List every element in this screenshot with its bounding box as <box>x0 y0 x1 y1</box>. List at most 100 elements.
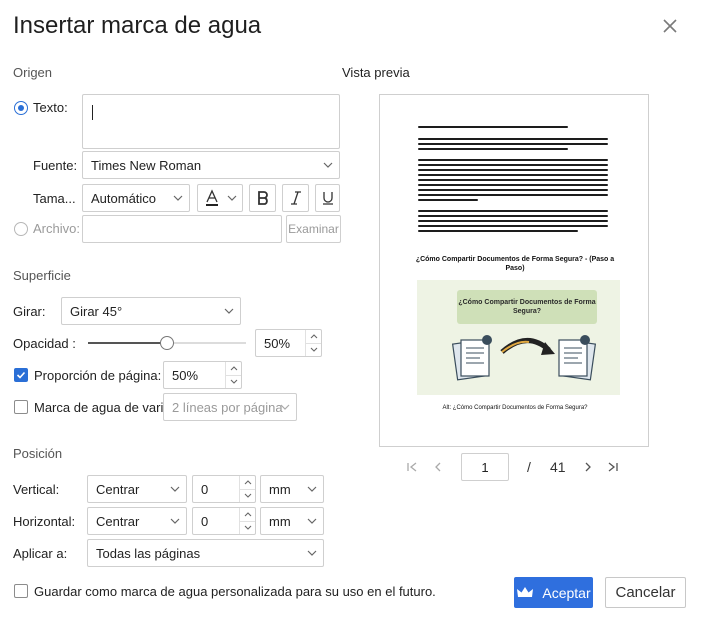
italic-icon <box>290 191 301 205</box>
previous-page-icon[interactable] <box>431 460 445 474</box>
horizontal-align-select[interactable]: Centrar <box>87 507 187 535</box>
crown-icon <box>517 586 534 597</box>
checkmark-icon <box>16 371 26 379</box>
opacity-stepper[interactable] <box>305 330 321 356</box>
opacity-input-value: 50% <box>264 335 291 351</box>
stepper-up-icon[interactable] <box>240 508 255 522</box>
browse-button[interactable]: Examinar <box>286 215 341 243</box>
doc-banner-image: ¿Cómo Compartir Documentos de Forma Segu… <box>417 280 620 395</box>
size-select-value: Automático <box>91 190 157 206</box>
multi-watermark-value: 2 líneas por página <box>172 399 283 415</box>
chevron-down-icon <box>280 404 290 410</box>
next-page-icon[interactable] <box>581 460 595 474</box>
first-page-icon[interactable] <box>405 460 419 474</box>
vertical-offset-value: 0 <box>201 481 209 497</box>
vertical-offset-stepper[interactable] <box>239 476 255 502</box>
vertical-align-select[interactable]: Centrar <box>87 475 187 503</box>
italic-button[interactable] <box>282 184 309 212</box>
bold-icon <box>257 191 268 205</box>
size-label: Tama... <box>33 191 76 206</box>
horizontal-offset-value: 0 <box>201 513 209 529</box>
font-color-icon <box>206 189 237 206</box>
horizontal-offset-input[interactable]: 0 <box>192 507 256 535</box>
file-path-input[interactable] <box>82 215 282 243</box>
doc-text-line <box>418 148 568 150</box>
horizontal-align-value: Centrar <box>96 513 140 529</box>
size-select[interactable]: Automático <box>82 184 190 212</box>
page-number-value: 1 <box>481 459 489 475</box>
stepper-up-icon[interactable] <box>226 362 241 376</box>
rotate-label: Girar: <box>13 304 46 319</box>
banner-title: ¿Cómo Compartir Documentos de Forma Segu… <box>457 290 597 324</box>
accept-button[interactable]: Aceptar <box>514 577 593 608</box>
page-separator: / <box>527 459 531 475</box>
file-radio-label: Archivo: <box>33 221 80 236</box>
doc-text-line <box>418 199 478 201</box>
origin-section-label: Origen <box>13 65 53 80</box>
horizontal-label: Horizontal: <box>13 514 76 529</box>
watermark-text-input[interactable] <box>82 94 340 149</box>
document-transfer-icon <box>451 335 597 381</box>
opacity-slider-thumb[interactable] <box>160 336 174 350</box>
stepper-up-icon[interactable] <box>240 476 255 490</box>
chevron-down-icon <box>224 308 234 314</box>
save-custom-label: Guardar como marca de agua personalizada… <box>34 584 436 599</box>
rotate-select[interactable]: Girar 45° <box>61 297 241 325</box>
accept-label: Aceptar <box>542 584 591 601</box>
opacity-input[interactable]: 50% <box>255 329 322 357</box>
file-radio[interactable] <box>14 222 28 236</box>
vertical-offset-input[interactable]: 0 <box>192 475 256 503</box>
page-ratio-checkbox[interactable] <box>14 368 28 382</box>
stepper-down-icon[interactable] <box>306 344 321 357</box>
vertical-unit-select[interactable]: mm <box>260 475 324 503</box>
stepper-up-icon[interactable] <box>306 330 321 344</box>
font-label: Fuente: <box>33 158 78 173</box>
doc-text-line <box>418 174 608 176</box>
text-radio-label: Texto: <box>33 100 68 115</box>
chevron-down-icon <box>173 195 183 201</box>
chevron-down-icon <box>307 550 317 556</box>
doc-text-line <box>418 194 608 196</box>
preview-label: Vista previa <box>342 65 410 80</box>
multi-watermark-checkbox[interactable] <box>14 400 28 414</box>
doc-text-line <box>418 215 608 217</box>
doc-text-line <box>418 230 578 232</box>
vertical-unit-value: mm <box>269 481 291 497</box>
underline-button[interactable] <box>315 184 340 212</box>
horizontal-unit-select[interactable]: mm <box>260 507 324 535</box>
apply-to-value: Todas las páginas <box>96 545 201 561</box>
cancel-button[interactable]: Cancelar <box>605 577 686 608</box>
stepper-down-icon[interactable] <box>240 522 255 535</box>
stepper-down-icon[interactable] <box>226 376 241 389</box>
chevron-down-icon <box>307 486 317 492</box>
font-select[interactable]: Times New Roman <box>82 151 340 179</box>
doc-text-line <box>418 184 608 186</box>
position-section-label: Posición <box>13 446 63 461</box>
last-page-icon[interactable] <box>606 460 620 474</box>
horizontal-offset-stepper[interactable] <box>239 508 255 534</box>
vertical-label: Vertical: <box>13 482 60 497</box>
bold-button[interactable] <box>249 184 276 212</box>
doc-text-line <box>418 220 608 222</box>
dialog-title: Insertar marca de agua <box>13 12 262 39</box>
opacity-slider-fill <box>88 342 167 344</box>
horizontal-unit-value: mm <box>269 513 291 529</box>
opacity-slider-track[interactable] <box>88 336 246 350</box>
apply-to-select[interactable]: Todas las páginas <box>87 539 324 567</box>
opacity-label: Opacidad : <box>13 336 76 351</box>
page-number-input[interactable]: 1 <box>461 453 509 481</box>
stepper-down-icon[interactable] <box>240 490 255 503</box>
font-color-button[interactable] <box>197 184 243 212</box>
close-icon[interactable] <box>660 16 680 36</box>
doc-text-line <box>418 189 608 191</box>
doc-text-line <box>418 210 608 212</box>
underline-icon <box>322 192 333 205</box>
save-custom-checkbox[interactable] <box>14 584 28 598</box>
text-radio[interactable] <box>14 101 28 115</box>
page-ratio-stepper[interactable] <box>225 362 241 388</box>
page-ratio-input[interactable]: 50% <box>163 361 242 389</box>
chevron-down-icon <box>170 518 180 524</box>
multi-watermark-select[interactable]: 2 líneas por página <box>163 393 297 421</box>
chevron-down-icon <box>170 486 180 492</box>
doc-text-line <box>418 143 608 145</box>
